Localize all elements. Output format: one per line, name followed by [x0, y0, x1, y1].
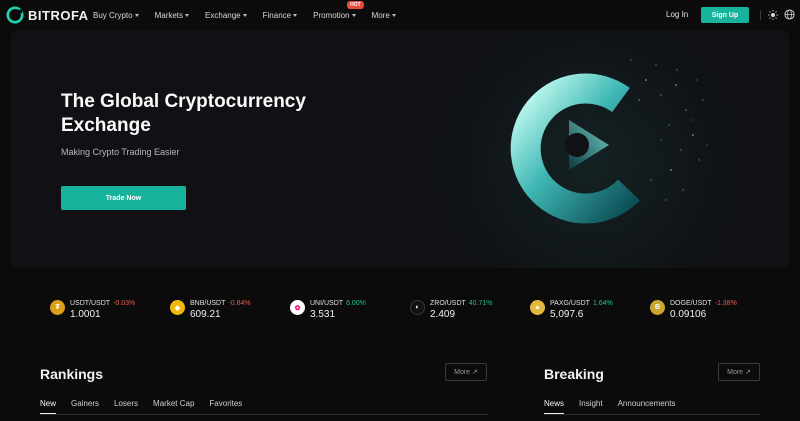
pair-name: USDT/USDT — [70, 300, 111, 307]
tab-news[interactable]: News — [544, 399, 565, 414]
pair-name: DOGE/USDT — [670, 300, 712, 307]
globe-icon[interactable] — [784, 9, 795, 20]
coin-glyph: ◆ — [174, 304, 181, 312]
chevron-down-icon — [134, 13, 139, 17]
ticker-pair: ZRO/USDT 40.71% — [430, 300, 493, 307]
ticker-item[interactable]: ₮ USDT/USDT -0.03% 1.0001 — [50, 280, 170, 330]
rankings-title: Rankings — [40, 366, 104, 382]
price-change: 1.64% — [592, 300, 613, 307]
bnb-coin-icon: ◆ — [170, 300, 185, 315]
uni-coin-icon: ✿ — [290, 300, 305, 315]
tab-announcements[interactable]: Announcements — [618, 399, 676, 414]
breaking-tabs: News Insight Announcements — [544, 399, 690, 414]
chevron-down-icon — [351, 13, 356, 17]
login-link[interactable]: Log In — [666, 10, 688, 19]
hot-badge: HOT — [347, 0, 364, 9]
chevron-down-icon — [391, 13, 396, 17]
tab-favorites[interactable]: Favorites — [209, 399, 242, 414]
market-ticker: ₮ USDT/USDT -0.03% 1.0001 ◆ BNB/USDT -0.84… — [0, 280, 800, 330]
ticker-pair: BNB/USDT -0.84% — [190, 300, 251, 307]
ticker-item[interactable]: ◆ BNB/USDT -0.84% 609.21 — [170, 280, 290, 330]
divider — [40, 414, 488, 415]
ticker-pair: UNI/USDT 6.00% — [310, 300, 366, 307]
signup-button[interactable]: Sign Up — [701, 7, 749, 23]
menu-label: Buy Crypto — [93, 10, 133, 20]
chevron-down-icon — [185, 13, 190, 17]
pair-name: PAXG/USDT — [550, 300, 590, 307]
price-change: -1.38% — [714, 300, 737, 307]
coin-glyph: Ð — [654, 304, 661, 311]
logo-icon — [6, 6, 24, 24]
tab-insight[interactable]: Insight — [579, 399, 603, 414]
ticker-item[interactable]: Ð DOGE/USDT -1.38% 0.09106 — [650, 280, 770, 330]
top-nav: BITROFA Buy Crypto Markets Exchange Fina… — [0, 0, 800, 30]
menu-buy-crypto[interactable]: Buy Crypto — [93, 11, 139, 20]
tab-market-cap[interactable]: Market Cap — [153, 399, 194, 414]
pair-name: UNI/USDT — [310, 300, 344, 307]
menu-label: Markets — [154, 10, 184, 20]
brand-logo[interactable]: BITROFA — [6, 6, 89, 24]
ticker-price: 2.409 — [430, 309, 456, 320]
menu-label: Promotion — [313, 10, 350, 20]
pair-name: BNB/USDT — [190, 300, 226, 307]
ticker-pair: DOGE/USDT -1.38% — [670, 300, 737, 307]
divider — [760, 10, 761, 20]
menu-label: More — [371, 10, 390, 20]
ticker-pair: USDT/USDT -0.03% — [70, 300, 135, 307]
menu-more[interactable]: More — [372, 11, 396, 20]
doge-coin-icon: Ð — [650, 300, 665, 315]
pair-name: ZRO/USDT — [430, 300, 466, 307]
ticker-item[interactable]: ◐ ZRO/USDT 40.71% 2.409 — [410, 280, 530, 330]
tab-losers[interactable]: Losers — [114, 399, 138, 414]
coin-glyph: ✿ — [294, 304, 301, 312]
ticker-item[interactable]: ✿ UNI/USDT 6.00% 3.531 — [290, 280, 410, 330]
zro-coin-icon: ◐ — [410, 300, 425, 315]
ticker-price: 0.09106 — [670, 309, 707, 320]
chevron-down-icon — [293, 13, 298, 17]
price-change: 6.00% — [346, 300, 366, 307]
ticker-price: 609.21 — [190, 309, 221, 320]
coin-glyph: ◐ — [415, 304, 420, 311]
menu-markets[interactable]: Markets — [154, 10, 190, 20]
hero-logo-illustration — [510, 59, 708, 224]
ticker-price: 5,097.6 — [550, 309, 584, 320]
sun-icon[interactable] — [768, 10, 778, 20]
tab-gainers[interactable]: Gainers — [71, 399, 99, 414]
divider — [544, 414, 760, 415]
trade-now-button[interactable]: Trade Now — [61, 186, 186, 210]
paxg-coin-icon: ▲ — [530, 300, 545, 315]
chevron-down-icon — [242, 13, 247, 17]
menu-promotion[interactable]: HOT Promotion — [313, 0, 364, 20]
rankings-tabs: New Gainers Losers Market Cap Favorites — [40, 399, 257, 414]
ticker-item[interactable]: ▲ PAXG/USDT 1.64% 5,097.6 — [530, 280, 650, 330]
coin-glyph: ₮ — [55, 304, 60, 311]
ticker-price: 1.0001 — [70, 309, 101, 320]
usdt-coin-icon: ₮ — [50, 300, 65, 315]
coin-glyph: ▲ — [534, 304, 541, 311]
main-menu: Buy Crypto Markets Exchange Finance HOT … — [93, 0, 412, 30]
price-change: 40.71% — [468, 300, 493, 307]
brand-name: BITROFA — [28, 7, 89, 23]
menu-finance[interactable]: Finance — [262, 10, 298, 20]
menu-label: Exchange — [205, 10, 241, 20]
breaking-more-button[interactable]: More ↗ — [718, 363, 760, 381]
price-change: -0.03% — [113, 300, 136, 307]
ticker-pair: PAXG/USDT 1.64% — [550, 300, 613, 307]
menu-exchange[interactable]: Exchange — [205, 11, 247, 20]
rankings-more-button[interactable]: More ↗ — [445, 363, 487, 381]
hero-banner: The Global Cryptocurrency Exchange Makin… — [11, 30, 789, 268]
tab-new[interactable]: New — [40, 399, 57, 414]
ticker-price: 3.531 — [310, 309, 336, 320]
hero-subtitle: Making Crypto Trading Easier — [61, 147, 180, 157]
breaking-title: Breaking — [544, 366, 604, 382]
hero-title: The Global Cryptocurrency Exchange — [61, 91, 306, 136]
price-change: -0.84% — [228, 300, 251, 307]
menu-label: Finance — [262, 10, 292, 20]
